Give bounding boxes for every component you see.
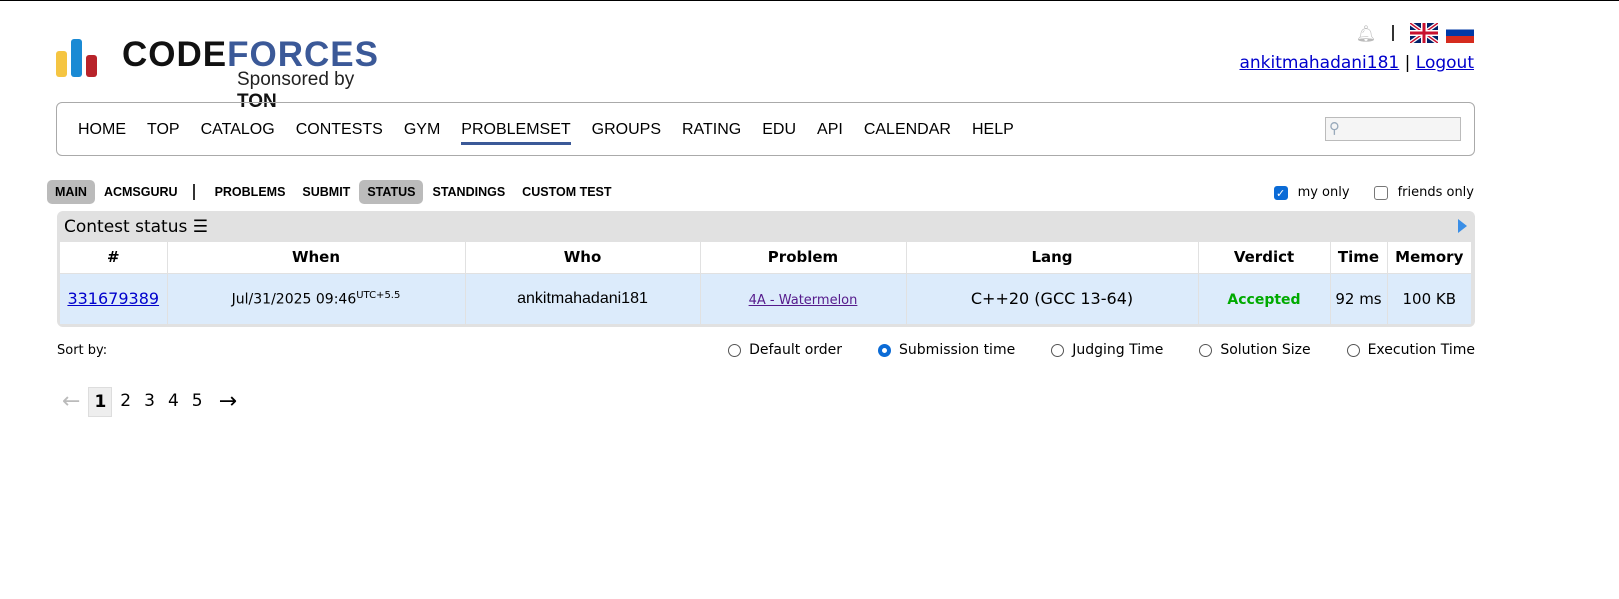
- subnav-custom-test[interactable]: CUSTOM TEST: [514, 180, 619, 204]
- table-row: 331679389 Jul/31/2025 09:46UTC+5.5 ankit…: [60, 273, 1472, 324]
- expand-arrow-icon[interactable]: [1458, 219, 1467, 233]
- menu-item-home[interactable]: HOME: [78, 121, 126, 145]
- prev-page-arrow: ←: [62, 389, 81, 414]
- page-link[interactable]: 3: [139, 387, 160, 417]
- codeforces-logo[interactable]: CODEFORCES Sponsored by TON: [56, 29, 396, 112]
- subnav-status[interactable]: STATUS: [359, 180, 424, 204]
- subnav-standings[interactable]: STANDINGS: [424, 180, 513, 204]
- column-header: Memory: [1387, 242, 1472, 274]
- my-only-label: my only: [1297, 185, 1350, 200]
- time-cell: 92 ms: [1330, 273, 1388, 324]
- menu-item-edu[interactable]: EDU: [762, 121, 796, 145]
- logout-link[interactable]: Logout: [1416, 53, 1474, 73]
- page-link[interactable]: 2: [115, 387, 136, 417]
- column-header: Verdict: [1198, 242, 1331, 274]
- radio-button[interactable]: [1346, 343, 1360, 357]
- timezone: UTC+5.5: [356, 289, 401, 301]
- main-menu: HOME TOP CATALOG CONTESTS GYM PROBLEMSET GROUP…: [56, 102, 1475, 156]
- subnav-problems[interactable]: PROBLEMS: [207, 180, 294, 204]
- logo-bar-red: [86, 55, 97, 77]
- page-link[interactable]: 1: [88, 386, 113, 417]
- when-cell: Jul/31/2025 09:46: [231, 291, 357, 308]
- sub-navigation: MAIN ACMSGURU PROBLEMS SUBMIT STATUS STANDING…: [47, 180, 621, 204]
- menu-item-contests[interactable]: CONTESTS: [296, 121, 383, 145]
- sort-option[interactable]: Execution Time: [1346, 342, 1475, 358]
- column-header: Problem: [700, 242, 907, 274]
- memory-cell: 100 KB: [1387, 273, 1472, 324]
- subnav-main[interactable]: MAIN: [47, 180, 95, 204]
- sort-option-label: Default order: [749, 342, 843, 358]
- list-icon[interactable]: ☰: [193, 217, 208, 237]
- separator: [1392, 25, 1394, 41]
- separator: |: [1404, 53, 1411, 73]
- sort-option-label: Submission time: [899, 342, 1016, 358]
- search-input[interactable]: ⚲: [1325, 117, 1461, 141]
- sort-option-label: Solution Size: [1220, 342, 1311, 358]
- english-flag-icon[interactable]: [1410, 23, 1438, 43]
- radio-button[interactable]: [1051, 343, 1065, 357]
- pagination: ← 12345 →: [57, 385, 245, 418]
- submission-id-link[interactable]: 331679389: [67, 289, 159, 308]
- column-header: #: [60, 242, 168, 274]
- bell-icon[interactable]: 🔔︎: [1356, 24, 1376, 43]
- radio-button[interactable]: [1199, 343, 1213, 357]
- radio-button[interactable]: [728, 343, 742, 357]
- sort-option-label: Execution Time: [1367, 342, 1475, 358]
- menu-item-api[interactable]: API: [817, 121, 843, 145]
- menu-item-problemset[interactable]: PROBLEMSET: [461, 121, 571, 145]
- problem-link[interactable]: 4A - Watermelon: [749, 293, 858, 308]
- logo-bar-yellow: [56, 51, 67, 77]
- friends-only-checkbox[interactable]: friends only: [1373, 185, 1474, 200]
- separator: [192, 184, 195, 200]
- menu-item-groups[interactable]: GROUPS: [592, 121, 661, 145]
- column-header: Lang: [906, 242, 1199, 274]
- sort-option[interactable]: Default order: [728, 342, 842, 358]
- page-link[interactable]: 5: [187, 387, 208, 417]
- who-cell[interactable]: ankitmahadani181: [465, 273, 701, 324]
- sort-by-label: Sort by:: [57, 342, 108, 358]
- checkbox-unchecked[interactable]: [1373, 185, 1388, 200]
- subnav-submit[interactable]: SUBMIT: [294, 180, 358, 204]
- column-header: When: [167, 242, 466, 274]
- sort-option[interactable]: Solution Size: [1199, 342, 1311, 358]
- sort-option[interactable]: Judging Time: [1051, 342, 1163, 358]
- search-icon: ⚲: [1329, 119, 1340, 137]
- next-page-arrow[interactable]: →: [214, 385, 242, 418]
- menu-item-top[interactable]: TOP: [147, 121, 180, 145]
- sort-option-label: Judging Time: [1072, 342, 1164, 358]
- subnav-acmsguru[interactable]: ACMSGURU: [96, 180, 186, 204]
- menu-item-rating[interactable]: RATING: [682, 121, 741, 145]
- sort-option[interactable]: Submission time: [878, 342, 1015, 358]
- panel-title: Contest status: [64, 217, 188, 237]
- radio-button[interactable]: [878, 343, 892, 357]
- contest-status-panel: Contest status ☰ # When Who Problem Lang Verd…: [57, 211, 1475, 327]
- menu-item-help[interactable]: HELP: [972, 121, 1014, 145]
- verdict-accepted: Accepted: [1227, 291, 1301, 308]
- checkbox-checked[interactable]: ✓: [1273, 185, 1288, 200]
- menu-item-calendar[interactable]: CALENDAR: [864, 121, 951, 145]
- logo-bar-blue: [71, 39, 82, 77]
- menu-item-catalog[interactable]: CATALOG: [201, 121, 275, 145]
- menu-item-gym[interactable]: GYM: [404, 121, 440, 145]
- column-header: Who: [465, 242, 701, 274]
- submissions-table: # When Who Problem Lang Verdict Time Memory 331…: [60, 242, 1472, 324]
- russian-flag-icon[interactable]: [1446, 23, 1474, 43]
- page-link[interactable]: 4: [163, 387, 184, 417]
- profile-link[interactable]: ankitmahadani181: [1239, 53, 1399, 73]
- lang-cell: C++20 (GCC 13-64): [906, 273, 1199, 324]
- column-header: Time: [1330, 242, 1388, 274]
- my-only-checkbox[interactable]: ✓ my only: [1273, 185, 1350, 200]
- friends-only-label: friends only: [1397, 185, 1474, 200]
